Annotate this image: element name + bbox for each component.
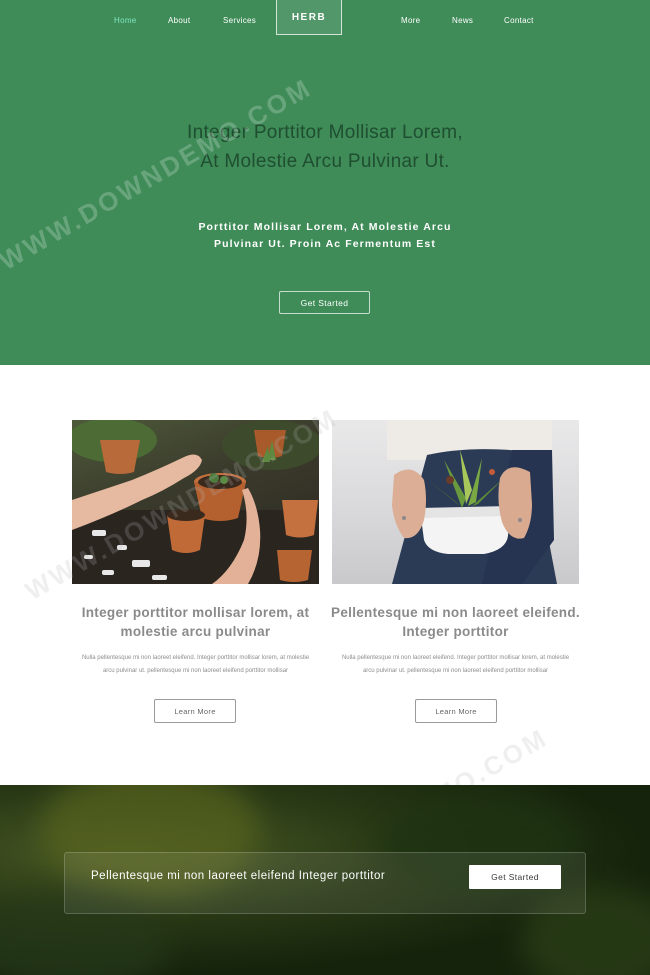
hero-subtitle: Porttitor Mollisar Lorem, At Molestie Ar… [198,221,452,250]
feature-card-1: Integer porttitor mollisar lorem, at mol… [72,420,319,723]
hero-section: Home About Services HERB More News Conta… [0,0,650,365]
learn-more-button[interactable]: Learn More [154,699,236,723]
nav-link-contact[interactable]: Contact [504,16,534,25]
main-nav: Home About Services HERB More News Conta… [0,0,650,40]
cta-text: Pellentesque mi non laoreet eleifend Int… [91,870,386,882]
feature-card-2: Pellentesque mi non laoreet eleifend. In… [331,420,580,723]
card-title: Pellentesque mi non laoreet eleifend. In… [331,605,580,639]
card-text: Nulla pellentesque mi non laoreet eleife… [341,655,570,674]
card-image-pots [72,420,319,584]
plant-pots-illustration [72,420,319,584]
cta-box: Pellentesque mi non laoreet eleifend Int… [64,852,586,914]
hands-holding-plant-illustration [387,420,557,584]
nav-link-more[interactable]: More [401,16,420,25]
hero-title: Integer Porttitor Mollisar Lorem, At Mol… [187,122,463,172]
nav-link-home[interactable]: Home [114,16,137,25]
learn-more-button[interactable]: Learn More [415,699,497,723]
nav-link-services[interactable]: Services [223,16,256,25]
card-image-herbs [332,420,579,584]
cta-section: Pellentesque mi non laoreet eleifend Int… [0,785,650,975]
card-text: Nulla pellentesque mi non laoreet eleife… [81,655,310,674]
brand-logo[interactable]: HERB [276,0,342,35]
nav-link-about[interactable]: About [168,16,190,25]
nav-link-news[interactable]: News [452,16,473,25]
cta-get-started-button[interactable]: Get Started [469,865,561,889]
card-title: Integer porttitor mollisar lorem, at mol… [81,605,310,639]
hero-get-started-button[interactable]: Get Started [279,291,370,314]
